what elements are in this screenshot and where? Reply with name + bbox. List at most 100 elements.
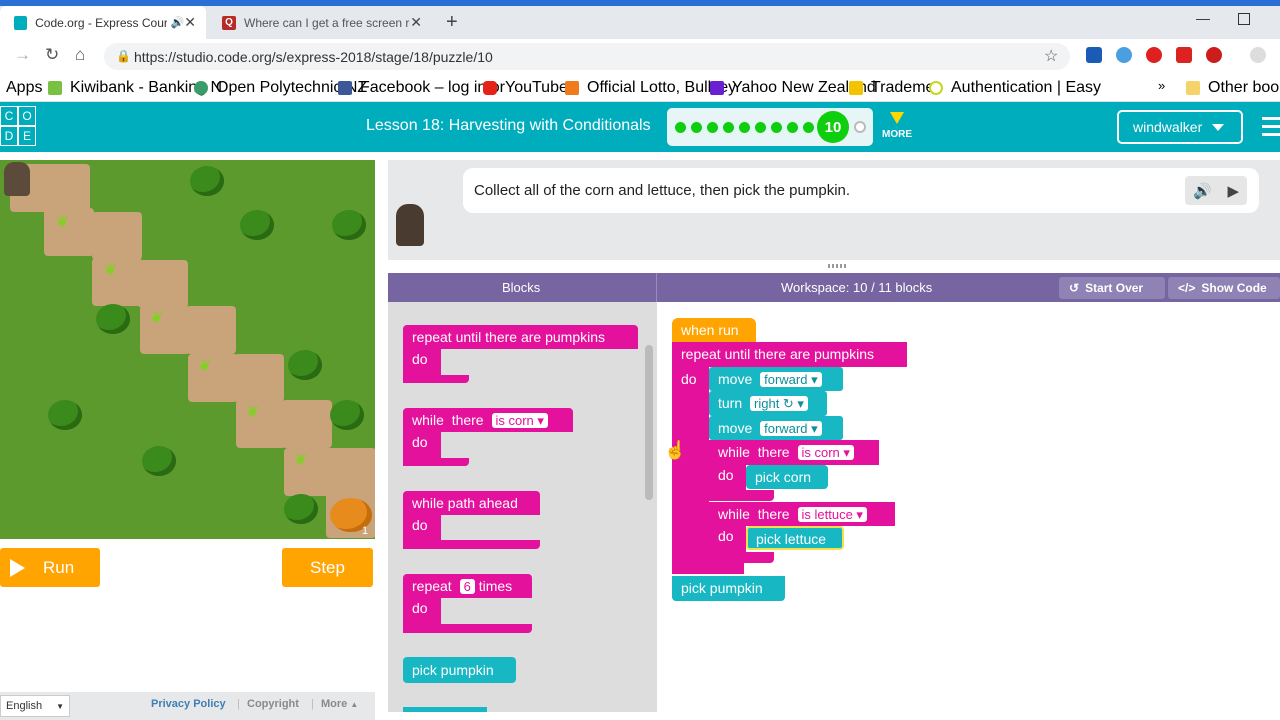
home-icon[interactable]: ⌂ (75, 45, 85, 65)
bookmark-facebook[interactable]: Facebook – log in or (338, 79, 505, 97)
hamburger-menu-icon[interactable] (1262, 117, 1280, 141)
bookmark-trademe[interactable]: Trademe (849, 79, 934, 97)
pick-pumpkin-block[interactable]: pick pumpkin (672, 576, 785, 601)
tree (142, 446, 176, 476)
toolbox-while-path-block[interactable]: while path ahead (403, 491, 540, 515)
tab-code-org[interactable]: Code.org - Express Course (2 🔊 ✕ (0, 6, 206, 39)
user-menu-button[interactable]: windwalker (1117, 110, 1243, 144)
toolbox-while-path-foot[interactable] (403, 540, 540, 549)
tree (96, 304, 130, 334)
tree (48, 400, 82, 430)
puzzle-dot[interactable] (707, 122, 718, 133)
pick-corn-block[interactable]: pick corn (746, 465, 828, 489)
toolbox-repeat-times-foot[interactable] (403, 624, 532, 633)
bookmark-apps[interactable]: Apps (6, 79, 42, 97)
play-icon (10, 558, 25, 577)
pick-lettuce-block[interactable]: pick lettuce (746, 526, 844, 550)
other-bookmarks[interactable]: Other bookma (1186, 79, 1280, 97)
workspace-count-label: Workspace: 10 / 11 blocks (781, 280, 933, 295)
puzzle-dot[interactable] (723, 122, 734, 133)
resize-handle[interactable] (828, 264, 846, 268)
bookmark-ext-icon[interactable] (1086, 47, 1102, 63)
move-forward-block[interactable]: move forward ▾ (709, 416, 843, 440)
toolbox-repeat-times-block[interactable]: repeat 6 times (403, 574, 532, 598)
play-audio-icon[interactable]: ▶ (1228, 182, 1240, 200)
puzzle-dot[interactable] (739, 122, 750, 133)
close-tab-icon[interactable]: ✕ (184, 14, 196, 31)
bookmark-authentication[interactable]: Authentication | Easy (929, 79, 1101, 97)
turn-right-block[interactable]: turn right ↻ ▾ (709, 391, 827, 416)
toolbox-while-corn-foot[interactable] (403, 458, 469, 466)
while-corn-foot[interactable] (709, 490, 774, 501)
toolbox-while-corn-block[interactable]: while there is corn ▾ (403, 408, 573, 432)
code-org-logo[interactable]: C O D E (0, 106, 36, 146)
toolbox-repeat-until-foot[interactable] (403, 375, 469, 383)
tree (284, 494, 318, 524)
while-corn-block[interactable]: while there is corn ▾ (709, 440, 879, 465)
lettuce-dropdown[interactable]: is lettuce ▾ (797, 507, 867, 522)
adblock-icon[interactable] (1146, 47, 1162, 63)
cloud-ext-icon[interactable] (1116, 47, 1132, 63)
opera-ext-icon[interactable] (1206, 47, 1222, 63)
repeat-until-foot[interactable] (672, 562, 744, 574)
more-triangle-icon[interactable] (890, 112, 904, 124)
pdf-ext-icon[interactable] (1176, 47, 1192, 63)
reload-icon[interactable]: ↻ (45, 45, 59, 65)
while-lettuce-foot[interactable] (709, 552, 774, 563)
restore-icon[interactable] (1238, 13, 1250, 25)
show-code-button[interactable]: </> Show Code (1168, 277, 1280, 299)
step-button[interactable]: Step (282, 548, 373, 587)
turn-dropdown[interactable]: right ↻ ▾ (750, 396, 808, 411)
toolbox-scrollbar[interactable] (645, 345, 653, 500)
address-bar[interactable]: 🔒 https://studio.code.org/s/express-2018… (104, 43, 1070, 70)
puzzle-dot[interactable] (755, 122, 766, 133)
audio-controls[interactable]: 🔊 ▶ (1185, 176, 1247, 205)
more-link[interactable]: More ▲ (321, 698, 358, 710)
start-over-button[interactable]: ↺ Start Over (1059, 277, 1165, 299)
repeat-count-field[interactable]: 6 (459, 579, 475, 594)
when-run-block[interactable]: when run (672, 318, 756, 342)
toolbox-next-block[interactable] (403, 707, 487, 712)
move-forward-block[interactable]: move forward ▾ (709, 367, 843, 391)
tree (240, 210, 274, 240)
profile-icon[interactable] (1250, 47, 1266, 63)
copyright-link[interactable]: Copyright (247, 698, 299, 710)
puzzle-dot-incomplete[interactable] (854, 121, 866, 133)
speaker-icon[interactable]: 🔊 (1193, 182, 1212, 200)
corn-dropdown[interactable]: is corn ▾ (797, 445, 854, 460)
bookmarks-overflow-icon[interactable]: » (1158, 78, 1165, 93)
star-icon[interactable]: ☆ (1044, 46, 1058, 66)
direction-dropdown[interactable]: forward ▾ (760, 372, 822, 387)
more-label[interactable]: MORE (882, 129, 912, 140)
lesson-title[interactable]: Lesson 18: Harvesting with Conditionals (366, 117, 651, 135)
run-button[interactable]: Run (0, 548, 100, 587)
dirt-tile (326, 448, 375, 496)
while-lettuce-block[interactable]: while there is lettuce ▾ (709, 502, 895, 526)
puzzle-progress: 10 (667, 108, 873, 146)
puzzle-dot[interactable] (787, 122, 798, 133)
puzzle-dot[interactable] (675, 122, 686, 133)
puzzle-dot[interactable] (771, 122, 782, 133)
minimize-icon[interactable]: — (1196, 10, 1210, 26)
code-icon: </> (1178, 281, 1196, 295)
bookmark-youtube[interactable]: YouTube (483, 79, 568, 97)
toolbox-repeat-until-block[interactable]: repeat until there are pumpkins (403, 325, 638, 349)
repeat-until-do-arm[interactable]: do (672, 367, 709, 565)
corn-dropdown[interactable]: is corn ▾ (491, 413, 548, 428)
repeat-until-block[interactable]: repeat until there are pumpkins (672, 342, 907, 367)
farmer-character (4, 162, 30, 196)
tree (190, 166, 224, 196)
toolbox-pick-pumpkin-block[interactable]: pick pumpkin (403, 657, 516, 683)
puzzle-dot[interactable] (691, 122, 702, 133)
dirt-tile (236, 400, 286, 448)
puzzle-dot[interactable] (803, 122, 814, 133)
privacy-policy-link[interactable]: Privacy Policy (151, 698, 226, 710)
back-icon[interactable]: → (14, 45, 31, 65)
tab-screen-recorder[interactable]: Q Where can I get a free screen rec ✕ (208, 6, 432, 39)
current-puzzle-bubble[interactable]: 10 (817, 111, 849, 143)
close-tab-icon[interactable]: ✕ (410, 14, 422, 31)
language-select[interactable]: English ▼ (0, 695, 70, 717)
new-tab-icon[interactable]: + (446, 11, 458, 34)
trademe-icon (849, 81, 863, 95)
direction-dropdown[interactable]: forward ▾ (760, 421, 822, 436)
